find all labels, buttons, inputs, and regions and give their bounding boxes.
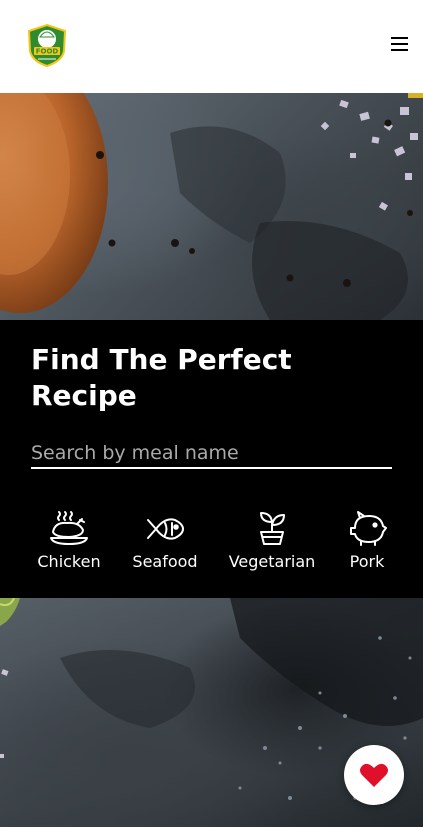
category-label: Seafood [132, 552, 198, 571]
category-pork[interactable]: Pork [342, 510, 392, 576]
heart-icon [360, 763, 388, 787]
svg-text:FOOD: FOOD [36, 48, 59, 56]
food-logo[interactable]: FOOD [26, 23, 68, 68]
pig-icon [347, 510, 387, 546]
category-seafood[interactable]: Seafood [130, 510, 200, 576]
hero-image-top [0, 93, 423, 320]
hamburger-icon[interactable] [391, 37, 408, 52]
plant-icon [252, 510, 292, 546]
header: FOOD [0, 0, 423, 93]
category-label: Chicken [37, 552, 101, 571]
favorites-button[interactable] [344, 745, 404, 805]
search-input[interactable] [31, 438, 392, 469]
category-label: Vegetarian [228, 552, 316, 571]
page-title: Find The Perfect Recipe [31, 343, 292, 412]
chicken-icon [49, 510, 89, 546]
category-chicken[interactable]: Chicken [33, 510, 105, 576]
category-list: Chicken Seafood Vegetarian Pork [0, 510, 423, 580]
category-vegetarian[interactable]: Vegetarian [224, 510, 320, 576]
fish-icon [145, 510, 185, 546]
category-label: Pork [349, 552, 385, 571]
